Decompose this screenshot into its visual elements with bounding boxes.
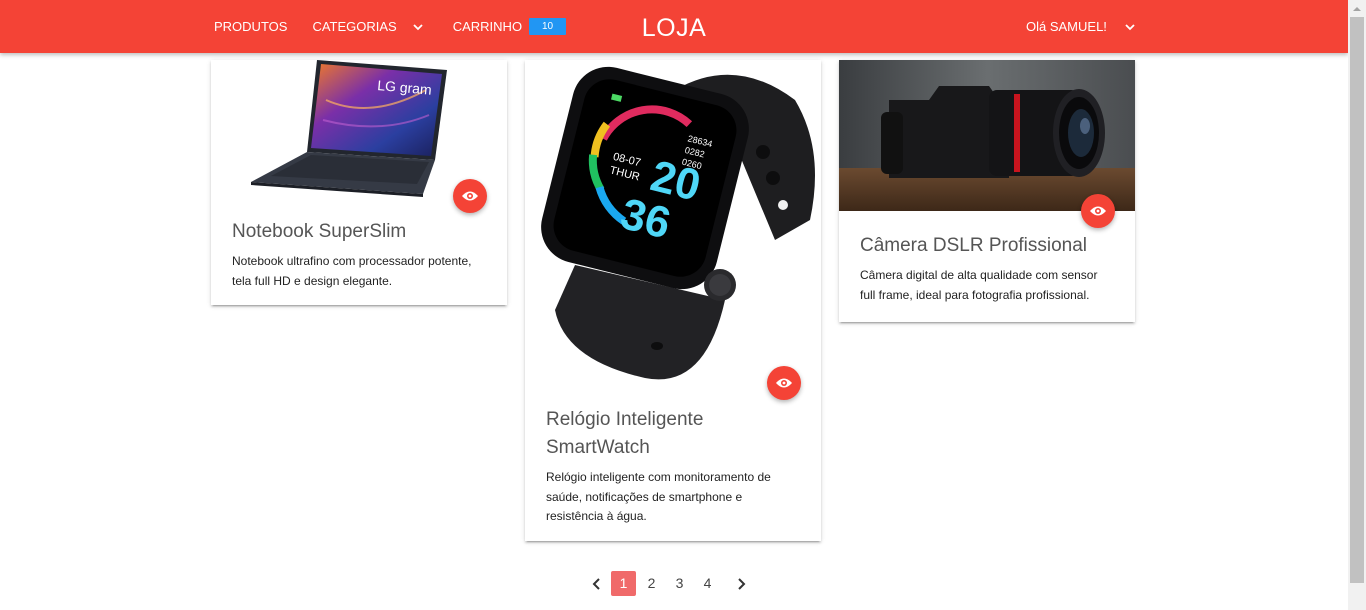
scroll-up-arrow[interactable] [1348,0,1366,17]
brand-logo[interactable]: LOJA [642,14,707,42]
product-title: Relógio Inteligente SmartWatch [546,409,704,458]
nav-categories-dropdown[interactable]: CATEGORIAS [312,19,424,34]
nav-cart-label: CARRINHO [452,19,523,34]
vertical-scrollbar[interactable] [1348,0,1366,610]
brand-logo-container: LOJA [0,0,1348,53]
product-image-notebook: LG gram [211,60,507,213]
nav-cart-link[interactable]: CARRINHO 10 [452,18,567,35]
scrollbar-thumb[interactable] [1350,17,1364,583]
user-greeting: Olá SAMUEL! [1026,19,1107,34]
nav-categories-label: CATEGORIAS [312,19,397,34]
chevron-down-icon [413,23,423,30]
page-1-button[interactable]: 1 [611,571,636,596]
product-title: Câmera DSLR Profissional [860,235,1088,256]
eye-icon [1090,206,1106,216]
page-3-button[interactable]: 3 [667,571,692,596]
page-2-button[interactable]: 2 [639,571,664,596]
product-description: Notebook ultrafino com processador poten… [232,254,472,288]
camera-illustration [839,60,1135,211]
view-product-button[interactable] [453,179,487,213]
product-title: Notebook SuperSlim [232,221,407,242]
chevron-right-icon [737,577,745,590]
page-4-button[interactable]: 4 [695,571,720,596]
product-image-camera [839,60,1135,228]
chevron-down-icon [1125,23,1135,30]
view-product-button[interactable] [767,366,801,400]
product-image-smartwatch: 20 36 08-07 THUR 28634 0282 0260 [525,60,821,400]
navbar: PRODUTOS CATEGORIAS CARRINHO 10 LOJA Olá… [0,0,1348,53]
laptop-illustration: LG gram [251,60,447,197]
previous-page-button[interactable] [584,571,609,596]
chevron-left-icon [592,577,600,590]
nav-products-link[interactable]: PRODUTOS [214,19,287,34]
user-menu-dropdown[interactable]: Olá SAMUEL! [1026,0,1137,53]
cart-count-badge: 10 [529,18,567,35]
view-product-button[interactable] [1081,194,1115,228]
nav-left: PRODUTOS CATEGORIAS CARRINHO 10 [214,0,567,53]
eye-icon [776,378,792,388]
nav-products-label: PRODUTOS [214,19,288,34]
smartwatch-illustration: 20 36 08-07 THUR 28634 0282 0260 [541,66,815,380]
next-page-button[interactable] [728,571,753,596]
eye-icon [462,191,478,201]
product-card: Câmera DSLR Profissional Câmera digital … [839,60,1135,322]
pagination: 1 2 3 4 [584,571,753,596]
product-description: Câmera digital de alta qualidade com sen… [860,268,1098,302]
product-card: LG gram Notebook SuperSlim Notebook ultr… [211,60,507,305]
product-card: 20 36 08-07 THUR 28634 0282 0260 Relógio… [525,60,821,541]
product-description: Relógio inteligente com monitoramento de… [546,470,771,523]
